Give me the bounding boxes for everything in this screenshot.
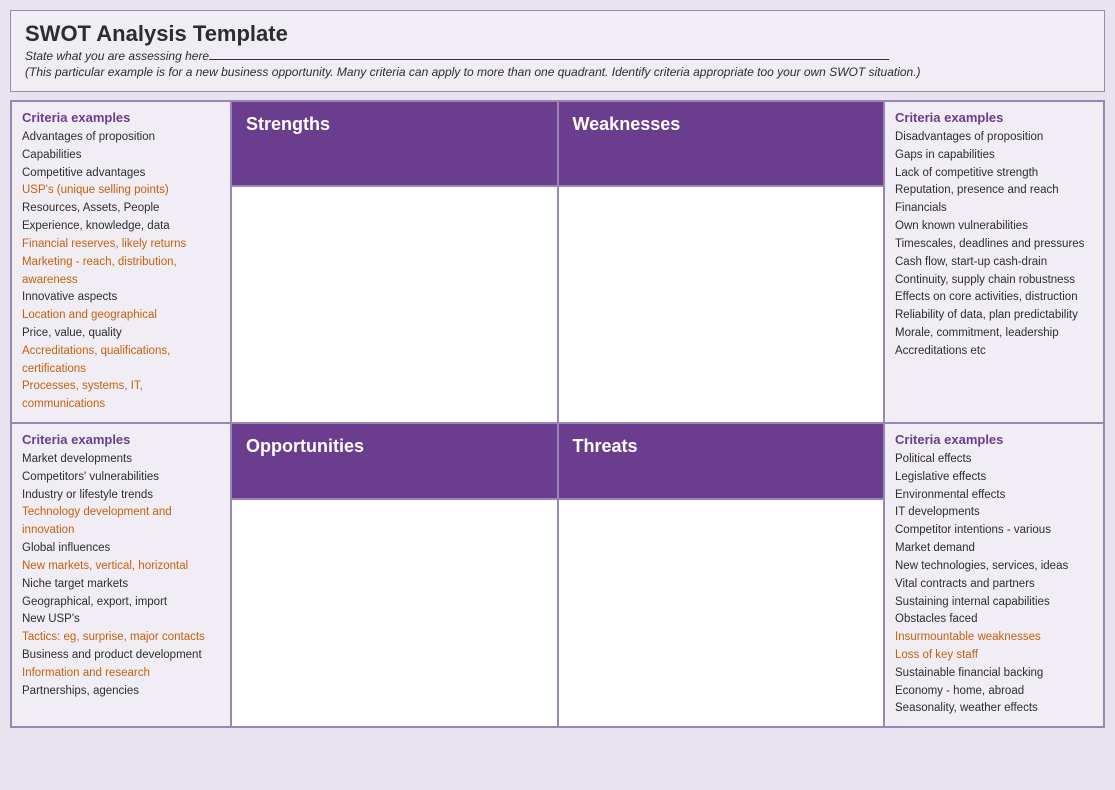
strengths-label: Strengths bbox=[246, 114, 330, 134]
threats-header: Threats bbox=[558, 423, 885, 499]
top-left-criteria-title: Criteria examples bbox=[22, 110, 220, 125]
list-item: Niche target markets bbox=[22, 576, 220, 594]
list-item: Continuity, supply chain robustness bbox=[895, 272, 1093, 290]
top-right-criteria-title: Criteria examples bbox=[895, 110, 1093, 125]
list-item: Technology development and innovation bbox=[22, 504, 220, 540]
list-item: Morale, commitment, leadership bbox=[895, 325, 1093, 343]
list-item: Insurmountable weaknesses bbox=[895, 629, 1093, 647]
header-description: (This particular example is for a new bu… bbox=[25, 65, 1090, 79]
list-item: Vital contracts and partners bbox=[895, 576, 1093, 594]
list-item: Competitive advantages bbox=[22, 165, 220, 183]
list-item: New markets, vertical, horizontal bbox=[22, 558, 220, 576]
list-item: Lack of competitive strength bbox=[895, 165, 1093, 183]
list-item: Disadvantages of proposition bbox=[895, 129, 1093, 147]
bot-left-criteria-list: Market developments Competitors' vulnera… bbox=[22, 451, 220, 700]
swot-grid: Criteria examples Advantages of proposit… bbox=[10, 100, 1105, 728]
strengths-header: Strengths bbox=[231, 101, 558, 186]
list-item: Global influences bbox=[22, 540, 220, 558]
list-item: Accreditations, qualifications, certific… bbox=[22, 343, 220, 379]
list-item: Sustaining internal capabilities bbox=[895, 594, 1093, 612]
list-item: Gaps in capabilities bbox=[895, 147, 1093, 165]
page: SWOT Analysis Template State what you ar… bbox=[0, 0, 1115, 790]
list-item: Innovative aspects bbox=[22, 289, 220, 307]
list-item: New USP's bbox=[22, 611, 220, 629]
bot-left-criteria: Criteria examples Market developments Co… bbox=[11, 423, 231, 727]
list-item: Legislative effects bbox=[895, 469, 1093, 487]
subtitle-underline bbox=[209, 59, 889, 60]
weaknesses-content[interactable] bbox=[558, 186, 885, 424]
list-item: Sustainable financial backing bbox=[895, 665, 1093, 683]
list-item: IT developments bbox=[895, 504, 1093, 522]
list-item: Tactics: eg, surprise, major contacts bbox=[22, 629, 220, 647]
list-item: Market demand bbox=[895, 540, 1093, 558]
list-item: Industry or lifestyle trends bbox=[22, 487, 220, 505]
list-item: Own known vulnerabilities bbox=[895, 218, 1093, 236]
list-item: Price, value, quality bbox=[22, 325, 220, 343]
list-item: Loss of key staff bbox=[895, 647, 1093, 665]
list-item: Reliability of data, plan predictability bbox=[895, 307, 1093, 325]
list-item: Reputation, presence and reach bbox=[895, 182, 1093, 200]
list-item: Competitors' vulnerabilities bbox=[22, 469, 220, 487]
list-item: Location and geographical bbox=[22, 307, 220, 325]
list-item: Cash flow, start-up cash-drain bbox=[895, 254, 1093, 272]
list-item: Information and research bbox=[22, 665, 220, 683]
list-item: Experience, knowledge, data bbox=[22, 218, 220, 236]
bot-right-criteria: Criteria examples Political effects Legi… bbox=[884, 423, 1104, 727]
list-item: Economy - home, abroad bbox=[895, 683, 1093, 701]
top-right-criteria-list: Disadvantages of proposition Gaps in cap… bbox=[895, 129, 1093, 361]
weaknesses-label: Weaknesses bbox=[573, 114, 681, 134]
bot-right-criteria-list: Political effects Legislative effects En… bbox=[895, 451, 1093, 718]
list-item: Competitor intentions - various bbox=[895, 522, 1093, 540]
list-item: Timescales, deadlines and pressures bbox=[895, 236, 1093, 254]
list-item: Political effects bbox=[895, 451, 1093, 469]
list-item: Advantages of proposition bbox=[22, 129, 220, 147]
list-item: Processes, systems, IT, communications bbox=[22, 378, 220, 414]
threats-content[interactable] bbox=[558, 499, 885, 728]
opportunities-label: Opportunities bbox=[246, 436, 364, 456]
list-item: Effects on core activities, distruction bbox=[895, 289, 1093, 307]
strengths-content[interactable] bbox=[231, 186, 558, 424]
opportunities-header: Opportunities bbox=[231, 423, 558, 499]
list-item: Market developments bbox=[22, 451, 220, 469]
page-title: SWOT Analysis Template bbox=[25, 21, 1090, 47]
subtitle-label: State what you are assessing here bbox=[25, 49, 209, 63]
list-item: USP's (unique selling points) bbox=[22, 182, 220, 200]
threats-label: Threats bbox=[573, 436, 638, 456]
list-item: Environmental effects bbox=[895, 487, 1093, 505]
list-item: Financial reserves, likely returns bbox=[22, 236, 220, 254]
list-item: Business and product development bbox=[22, 647, 220, 665]
list-item: Geographical, export, import bbox=[22, 594, 220, 612]
top-left-criteria-list: Advantages of proposition Capabilities C… bbox=[22, 129, 220, 414]
header-box: SWOT Analysis Template State what you ar… bbox=[10, 10, 1105, 92]
top-left-criteria: Criteria examples Advantages of proposit… bbox=[11, 101, 231, 423]
list-item: Marketing - reach, distribution, awarene… bbox=[22, 254, 220, 290]
top-right-criteria: Criteria examples Disadvantages of propo… bbox=[884, 101, 1104, 423]
weaknesses-header: Weaknesses bbox=[558, 101, 885, 186]
list-item: Obstacles faced bbox=[895, 611, 1093, 629]
bot-left-criteria-title: Criteria examples bbox=[22, 432, 220, 447]
bot-right-criteria-title: Criteria examples bbox=[895, 432, 1093, 447]
list-item: Accreditations etc bbox=[895, 343, 1093, 361]
list-item: New technologies, services, ideas bbox=[895, 558, 1093, 576]
opportunities-content[interactable] bbox=[231, 499, 558, 728]
list-item: Seasonality, weather effects bbox=[895, 700, 1093, 718]
header-subtitle: State what you are assessing here bbox=[25, 49, 1090, 63]
list-item: Capabilities bbox=[22, 147, 220, 165]
list-item: Resources, Assets, People bbox=[22, 200, 220, 218]
list-item: Partnerships, agencies bbox=[22, 683, 220, 701]
list-item: Financials bbox=[895, 200, 1093, 218]
